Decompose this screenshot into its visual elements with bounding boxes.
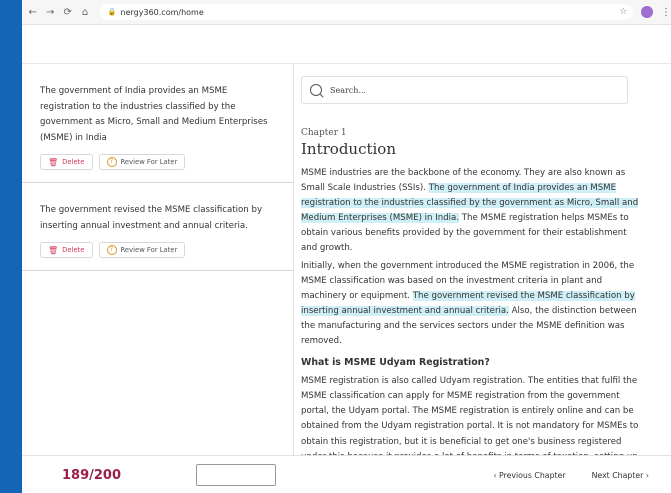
paragraph: Initially, when the government introduce…	[301, 259, 641, 350]
note-actions: 🗑 Delete ? Review For Later	[40, 154, 279, 170]
url-text: nergy360.com/home	[120, 7, 204, 17]
home-icon[interactable]: ⌂	[78, 7, 91, 18]
review-later-button[interactable]: ? Review For Later	[98, 242, 186, 258]
paragraph: MSME industries are the backbone of the …	[301, 166, 641, 257]
address-bar[interactable]: 🔒 nergy360.com/home ☆	[99, 4, 634, 20]
trash-icon: 🗑	[48, 157, 59, 167]
next-chapter-button[interactable]: Next Chapter ›	[592, 471, 649, 480]
profile-avatar[interactable]	[641, 6, 653, 18]
review-later-button[interactable]: ? Review For Later	[98, 154, 186, 170]
review-label: Review For Later	[120, 246, 178, 254]
paragraph: MSME registration is also called Udyam r…	[301, 376, 639, 455]
question-icon: ?	[106, 157, 117, 167]
note-text: The government revised the MSME classifi…	[40, 205, 263, 231]
trash-icon: 🗑	[48, 245, 59, 255]
chapter-title: Introduction	[301, 140, 396, 158]
delete-button[interactable]: 🗑 Delete	[40, 242, 93, 258]
reload-icon[interactable]: ⟳	[61, 7, 74, 18]
forward-icon[interactable]: →	[43, 7, 56, 18]
page-input[interactable]	[196, 464, 276, 486]
delete-label: Delete	[62, 158, 85, 166]
pager-footer: 189/200 ‹ Previous Chapter Next Chapter …	[22, 455, 671, 493]
notes-panel: The government of India provides an MSME…	[22, 64, 294, 455]
page-counter: 189/200	[62, 467, 122, 483]
bookmark-star-icon[interactable]: ☆	[619, 7, 627, 17]
previous-chapter-button[interactable]: ‹ Previous Chapter	[493, 471, 565, 480]
app-header	[22, 25, 671, 63]
delete-label: Delete	[62, 246, 85, 254]
browser-toolbar: ← → ⟳ ⌂ 🔒 nergy360.com/home ☆ ⋮	[22, 0, 671, 25]
search-bar[interactable]: Search...	[301, 76, 628, 104]
reader-panel: Search... Chapter 1 Introduction MSME in…	[301, 64, 641, 455]
delete-button[interactable]: 🗑 Delete	[40, 154, 93, 170]
note-actions: 🗑 Delete ? Review For Later	[40, 242, 279, 258]
question-icon: ?	[106, 245, 117, 255]
review-label: Review For Later	[120, 158, 178, 166]
note-text: The government of India provides an MSME…	[40, 86, 268, 143]
search-placeholder: Search...	[330, 85, 367, 95]
search-icon	[310, 84, 322, 96]
note-card: The government revised the MSME classifi…	[22, 183, 293, 271]
browser-menu-icon[interactable]: ⋮	[661, 7, 671, 18]
back-icon[interactable]: ←	[26, 7, 39, 18]
section-heading: What is MSME Udyam Registration?	[301, 357, 490, 369]
note-card: The government of India provides an MSME…	[22, 64, 293, 183]
chapter-number: Chapter 1	[301, 128, 347, 138]
lock-icon: 🔒	[107, 8, 117, 16]
browser-window: ← → ⟳ ⌂ 🔒 nergy360.com/home ☆ ⋮ The gove…	[22, 0, 671, 493]
